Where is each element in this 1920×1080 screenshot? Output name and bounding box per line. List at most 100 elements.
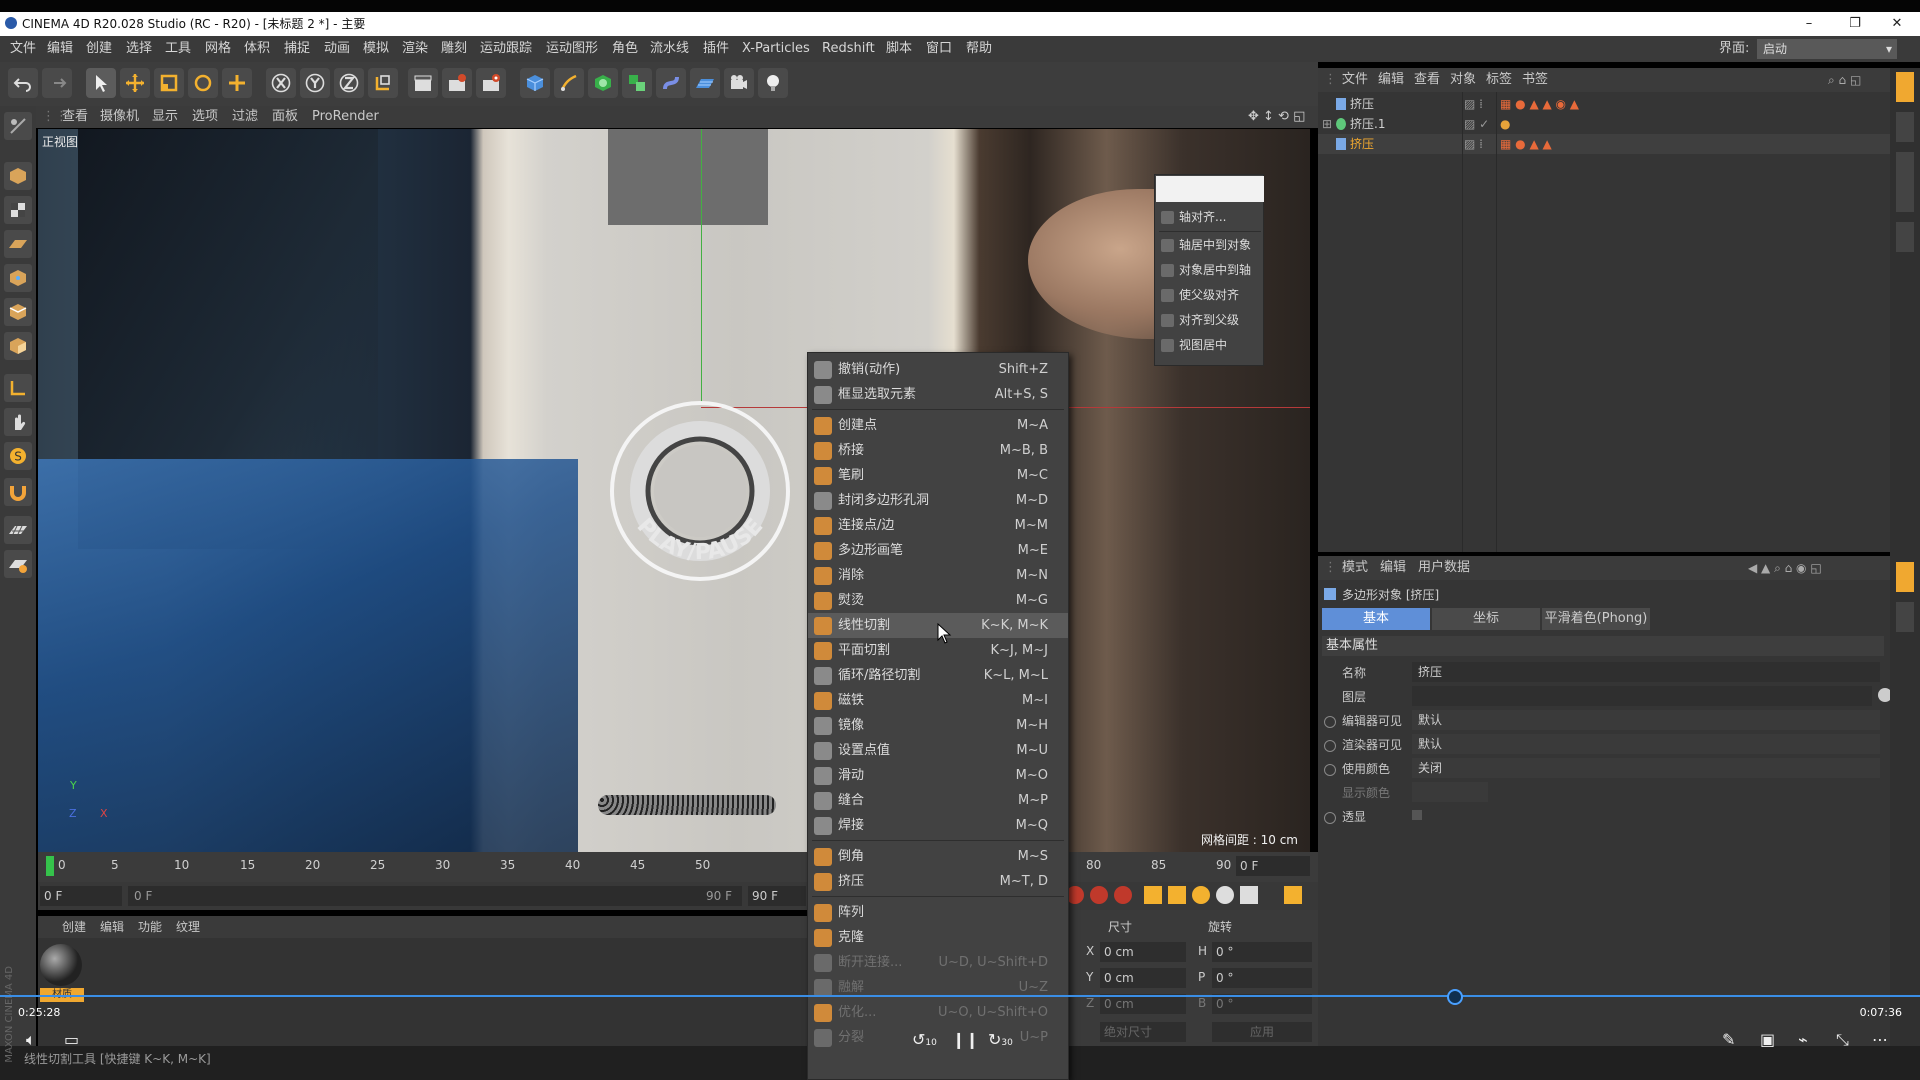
keyframe-selection-icon[interactable] <box>1114 886 1132 904</box>
context-menu-item[interactable]: 融解 U~Z <box>808 975 1068 1000</box>
tab-basic[interactable]: 基本 <box>1322 608 1430 630</box>
pla-key-icon[interactable] <box>1240 886 1258 904</box>
om-menu-view[interactable]: 查看 <box>1414 68 1440 92</box>
tag-icons[interactable]: ▦ ● ▲ ▲ <box>1500 134 1552 154</box>
context-menu-item[interactable]: 优化... U~O, U~Shift+O <box>808 1000 1068 1025</box>
x-axis-button[interactable] <box>266 68 296 98</box>
light-button[interactable] <box>758 68 788 98</box>
rotate-button[interactable] <box>188 68 218 98</box>
menu-plugins[interactable]: 插件 <box>703 36 729 62</box>
rotation-b-input[interactable]: 0 ° <box>1212 994 1312 1014</box>
timeline[interactable]: 0 5 10 15 20 25 30 35 40 45 50 80 85 90 … <box>38 852 1318 882</box>
visibility-dots-icon[interactable]: ▨ ⁞ <box>1464 94 1483 114</box>
tag-icons[interactable]: ▦ ● ▲ ▲ ◉ ▲ <box>1500 94 1579 114</box>
texture-mode-button[interactable] <box>4 196 32 224</box>
layer-input[interactable] <box>1412 686 1872 706</box>
edges-mode-button[interactable] <box>4 298 32 326</box>
om-menu-file[interactable]: 文件 <box>1342 68 1368 92</box>
am-menu-mode[interactable]: 模式 <box>1342 556 1368 580</box>
menu-mograph[interactable]: 运动图形 <box>546 36 598 62</box>
menu-tools[interactable]: 工具 <box>165 36 191 62</box>
scale-key-icon[interactable] <box>1168 886 1186 904</box>
visibility-dots-icon[interactable]: ▨ ⁞ <box>1464 134 1483 154</box>
menu-create[interactable]: 创建 <box>86 36 112 62</box>
workplane-solo-button[interactable] <box>4 550 32 578</box>
menu-help[interactable]: 帮助 <box>966 36 992 62</box>
floor-button[interactable] <box>690 68 720 98</box>
playhead[interactable] <box>46 856 54 876</box>
menu-volume[interactable]: 体积 <box>244 36 270 62</box>
tab-attributes-vertical[interactable] <box>1896 562 1914 592</box>
menu-snap[interactable]: 捕捉 <box>284 36 310 62</box>
menu-character[interactable]: 角色 <box>612 36 638 62</box>
am-menu-user-data[interactable]: 用户数据 <box>1418 556 1470 580</box>
menu-edit[interactable]: 编辑 <box>47 36 73 62</box>
tab-content-browser-vertical[interactable] <box>1896 152 1914 212</box>
context-menu-item[interactable]: 滑动 M~O <box>808 763 1068 788</box>
make-editable-button[interactable] <box>4 112 32 140</box>
points-mode-button[interactable] <box>4 264 32 292</box>
context-menu-item[interactable]: 挤压 M~T, D <box>808 869 1068 894</box>
viewport[interactable]: PLAY/PAUSE 正视图 Y X Z 网格间距 : 10 cm <box>38 129 1310 852</box>
menu-animate[interactable]: 动画 <box>324 36 350 62</box>
viewport-menu-view[interactable]: 查看 <box>62 106 88 128</box>
camera-button[interactable] <box>724 68 754 98</box>
visibility-dots-icon[interactable]: ▨ ✓ <box>1464 114 1489 134</box>
material-preview[interactable] <box>40 944 82 986</box>
menu-select[interactable]: 选择 <box>126 36 152 62</box>
workplane-lock-button[interactable] <box>4 516 32 544</box>
om-menu-edit[interactable]: 编辑 <box>1378 68 1404 92</box>
viewport-menu-panel[interactable]: 面板 <box>272 106 298 128</box>
context-menu-item[interactable]: 框显选取元素 Alt+S, S <box>808 382 1068 407</box>
current-frame-input[interactable]: 0 F <box>40 886 122 906</box>
material-menu-texture[interactable]: 纹理 <box>176 916 200 938</box>
display-color-swatch[interactable] <box>1412 782 1488 802</box>
menu-redshift[interactable]: Redshift <box>822 36 875 62</box>
tab-objects-vertical[interactable] <box>1896 72 1914 102</box>
axis-menu-item[interactable]: 轴居中到对象 <box>1155 233 1265 258</box>
om-menu-bookmarks[interactable]: 书签 <box>1522 68 1548 92</box>
render-settings-button[interactable] <box>476 68 506 98</box>
menu-sculpt[interactable]: 雕刻 <box>441 36 467 62</box>
expand-icon[interactable]: ⊞ <box>1322 114 1332 134</box>
object-row-selected[interactable]: 挤压 ▨ ⁞ ▦ ● ▲ ▲ <box>1318 134 1890 154</box>
axis-menu-item[interactable]: 对齐到父级 <box>1155 308 1265 333</box>
animate-radio[interactable] <box>1324 812 1336 824</box>
menu-mesh[interactable]: 网格 <box>205 36 231 62</box>
rotation-h-input[interactable]: 0 ° <box>1212 942 1312 962</box>
frame-range-slider[interactable]: 0 F 90 F <box>128 886 742 906</box>
array-button[interactable] <box>622 68 652 98</box>
om-search-icon[interactable]: ⌕ ⌂ ◱ <box>1828 68 1861 92</box>
editor-visible-select[interactable]: 默认 <box>1412 710 1880 730</box>
size-x-input[interactable]: 0 cm <box>1100 942 1186 962</box>
render-visible-select[interactable]: 默认 <box>1412 734 1880 754</box>
viewport-menu-filter[interactable]: 过滤 <box>232 106 258 128</box>
axis-mode-button[interactable] <box>4 374 32 402</box>
autokey-icon[interactable] <box>1090 886 1108 904</box>
context-menu-item[interactable]: 多边形画笔 M~E <box>808 538 1068 563</box>
context-menu-item[interactable]: 缝合 M~P <box>808 788 1068 813</box>
end-frame-input[interactable]: 90 F <box>748 886 806 906</box>
tab-takes-vertical[interactable] <box>1896 112 1914 142</box>
redo-button[interactable] <box>42 68 72 98</box>
y-axis-button[interactable] <box>300 68 330 98</box>
size-y-input[interactable]: 0 cm <box>1100 968 1186 988</box>
scale-button[interactable] <box>154 68 184 98</box>
tab-layers-vertical[interactable] <box>1896 602 1914 632</box>
am-menu-edit[interactable]: 编辑 <box>1380 556 1406 580</box>
context-menu-item[interactable]: 桥接 M~B, B <box>808 438 1068 463</box>
tab-coordinates[interactable]: 坐标 <box>1432 608 1540 630</box>
z-axis-button[interactable] <box>334 68 364 98</box>
axis-menu-item[interactable]: 使父级对齐 <box>1155 283 1265 308</box>
tweak-mode-button[interactable] <box>4 408 32 436</box>
context-menu-item[interactable]: 创建点 M~A <box>808 413 1068 438</box>
menu-pipeline[interactable]: 流水线 <box>650 36 689 62</box>
context-menu-item[interactable]: 镜像 M~H <box>808 713 1068 738</box>
minimize-icon[interactable]: – <box>1786 12 1832 36</box>
live-select-button[interactable] <box>86 68 116 98</box>
timeline-window-icon[interactable] <box>1284 886 1302 904</box>
material-menu-function[interactable]: 功能 <box>138 916 162 938</box>
subdivision-button[interactable] <box>588 68 618 98</box>
om-menu-objects[interactable]: 对象 <box>1450 68 1476 92</box>
name-input[interactable]: 挤压 <box>1412 662 1880 682</box>
